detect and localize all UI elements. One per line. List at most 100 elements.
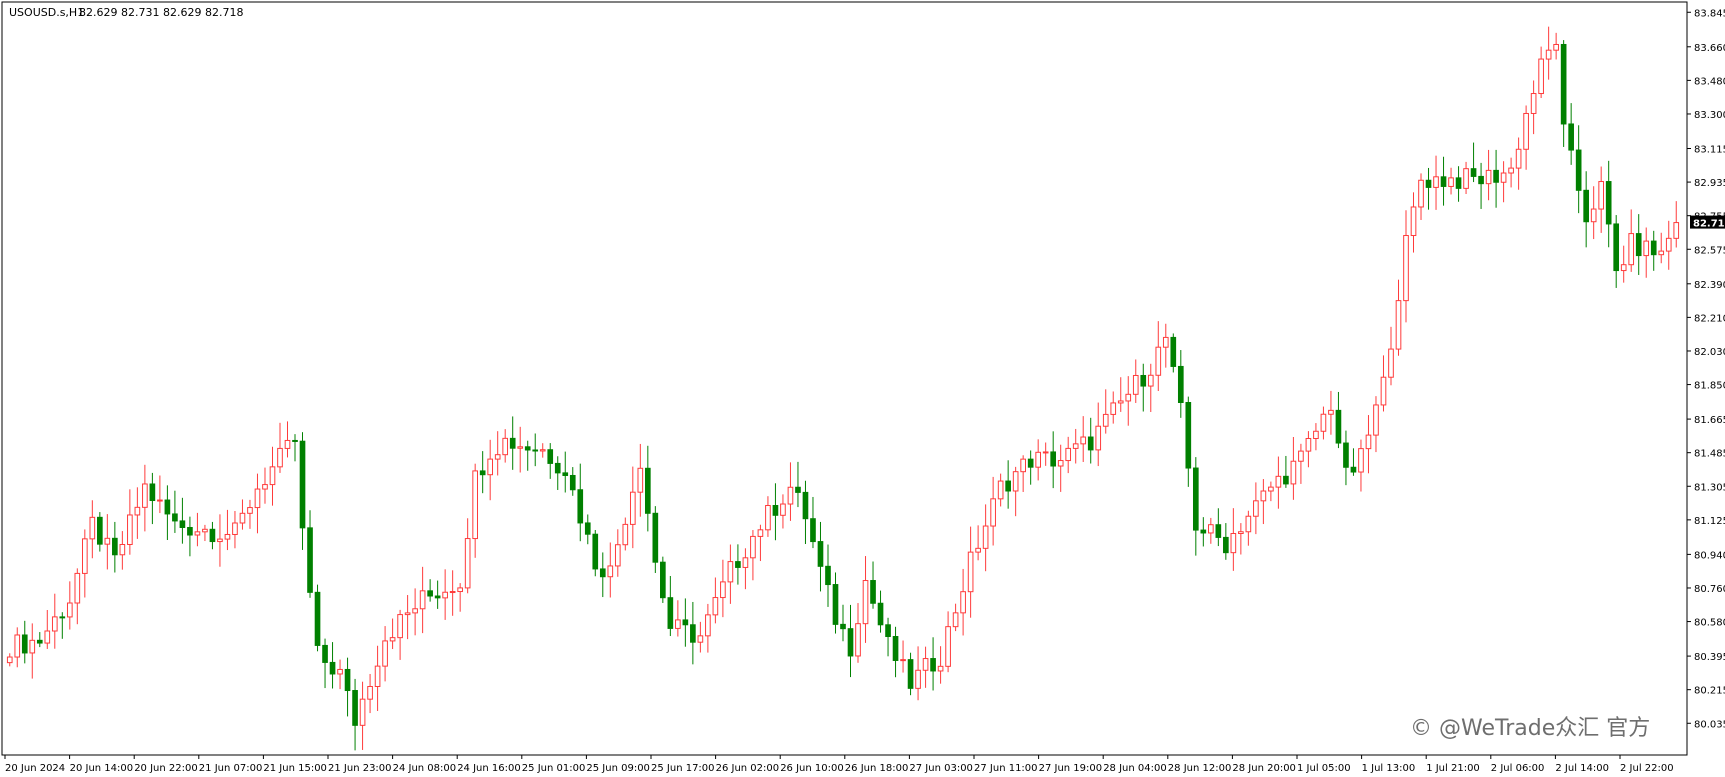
y-tick-label: 80.395	[1694, 652, 1725, 663]
candle-body-bull	[51, 616, 58, 632]
candle-body-bull	[1328, 409, 1334, 415]
candle-body-bear	[112, 537, 118, 556]
ohlc-readout: 82.629 82.731 82.629 82.718	[79, 6, 243, 19]
candle-body-bull	[712, 597, 719, 616]
candle-body-bull	[29, 639, 36, 654]
candle-body-bull	[1035, 451, 1042, 468]
candle-body-bear	[1440, 176, 1447, 187]
candle-body-bull	[472, 470, 478, 540]
y-tick-label: 82.210	[1694, 313, 1725, 324]
x-tick-label: 21 Jun 15:00	[263, 763, 327, 774]
candle-body-bull	[727, 561, 734, 583]
candle-body-bull	[1358, 448, 1364, 473]
candle-body-bull	[1395, 300, 1402, 350]
candle-body-bear	[554, 462, 561, 474]
x-tick-label: 25 Jun 01:00	[522, 763, 586, 774]
candle-body-bear	[907, 659, 914, 689]
candle-body-bull	[997, 480, 1004, 500]
candle-body-bear	[209, 528, 216, 543]
candle-body-bear	[667, 597, 674, 629]
candle-body-bull	[982, 525, 989, 549]
y-tick-label: 80.215	[1694, 686, 1725, 697]
candle-body-bear	[179, 520, 186, 529]
candle-body-bear	[825, 565, 831, 586]
candle-body-bull	[1620, 264, 1627, 272]
candle-body-bull	[1538, 58, 1544, 95]
candle-body-bull	[1388, 348, 1394, 378]
candle-body-bull	[945, 626, 951, 667]
candle-body-bull	[89, 516, 96, 540]
candle-body-bear	[1223, 536, 1229, 554]
candle-body-bull	[1410, 206, 1417, 237]
candle-body-bear	[427, 590, 433, 597]
candle-body-bull	[1373, 404, 1379, 436]
candle-body-bear	[1605, 181, 1612, 225]
candle-body-bull	[607, 565, 614, 578]
candle-body-bull	[742, 557, 749, 568]
candle-body-bull	[44, 630, 51, 644]
candle-body-bear	[892, 636, 899, 661]
candle-body-bull	[449, 591, 456, 594]
candle-body-bull	[1448, 177, 1454, 187]
candle-body-bear	[329, 661, 336, 675]
current-price-label: 82.718	[1693, 219, 1725, 230]
x-tick-label: 25 Jun 17:00	[651, 763, 715, 774]
candle-body-bear	[1335, 409, 1342, 444]
y-tick-label: 81.485	[1694, 449, 1725, 460]
x-tick-label: 28 Jun 04:00	[1103, 763, 1167, 774]
candle-body-bull	[862, 580, 869, 625]
candle-body-bull	[787, 486, 794, 505]
candle-body-bull	[765, 505, 771, 531]
candle-body-bear	[772, 505, 779, 516]
y-tick-label: 80.580	[1694, 618, 1725, 629]
candle	[592, 530, 599, 577]
candle-body-bull	[1665, 237, 1672, 252]
candle-body-bull	[1545, 49, 1552, 60]
x-tick-label: 27 Jun 03:00	[909, 763, 973, 774]
candle-body-bull	[517, 446, 524, 449]
candle-body-bull	[697, 635, 704, 643]
candle-body-bear	[21, 634, 28, 654]
x-tick-label: 1 Jul 05:00	[1297, 763, 1351, 774]
candle-body-bear	[885, 624, 891, 638]
candle-body-bull	[404, 612, 411, 616]
candle-body-bear	[577, 489, 584, 524]
candle-body-bear	[307, 527, 313, 593]
candle-body-bull	[1245, 515, 1252, 533]
candle-body-bull	[127, 514, 133, 545]
x-tick-label: 24 Jun 16:00	[457, 763, 521, 774]
candle-body-bull	[119, 543, 126, 556]
candle-body-bear	[352, 690, 358, 726]
candle-body-bull	[1042, 451, 1049, 454]
candle-body-bear	[1470, 168, 1477, 177]
candle-body-bull	[1628, 233, 1635, 266]
candle-body-bull	[6, 656, 13, 664]
x-tick-label: 24 Jun 08:00	[393, 763, 457, 774]
candle-body-bear	[1215, 524, 1222, 538]
candle-body-bear	[1283, 475, 1289, 485]
candle-body-bull	[217, 538, 223, 543]
candle-body-bull	[1305, 437, 1312, 452]
candle-body-bull	[1433, 176, 1439, 188]
candle-body-bull	[539, 449, 546, 452]
candle-body-bear	[1200, 529, 1207, 534]
candle-body-bear	[592, 533, 599, 570]
candle-body-bear	[59, 616, 66, 619]
candle-body-bull	[284, 439, 291, 449]
chart-window[interactable]: 83.845 83.660 83.480 83.300 83.115 82.935 82.7…	[0, 0, 1725, 777]
candle-body-bull	[1230, 533, 1237, 554]
candle	[660, 556, 666, 603]
candle-body-bull	[1590, 208, 1597, 223]
price-chart[interactable]: 83.845 83.660 83.480 83.300 83.115 82.935 82.7…	[0, 0, 1725, 777]
y-tick-label: 82.390	[1694, 280, 1725, 291]
candle-body-bull	[14, 634, 21, 658]
candle-body-bull	[359, 698, 366, 726]
candle-body-bear	[795, 486, 801, 493]
candle-body-bull	[1253, 500, 1259, 517]
candle-body-bear	[1192, 467, 1199, 531]
x-tick-label: 28 Jun 12:00	[1168, 763, 1232, 774]
candle-body-bear	[930, 658, 936, 672]
candle-body-bear	[314, 591, 321, 646]
candle-body-bull	[1238, 531, 1244, 535]
x-tick-label: 26 Jun 18:00	[845, 763, 909, 774]
